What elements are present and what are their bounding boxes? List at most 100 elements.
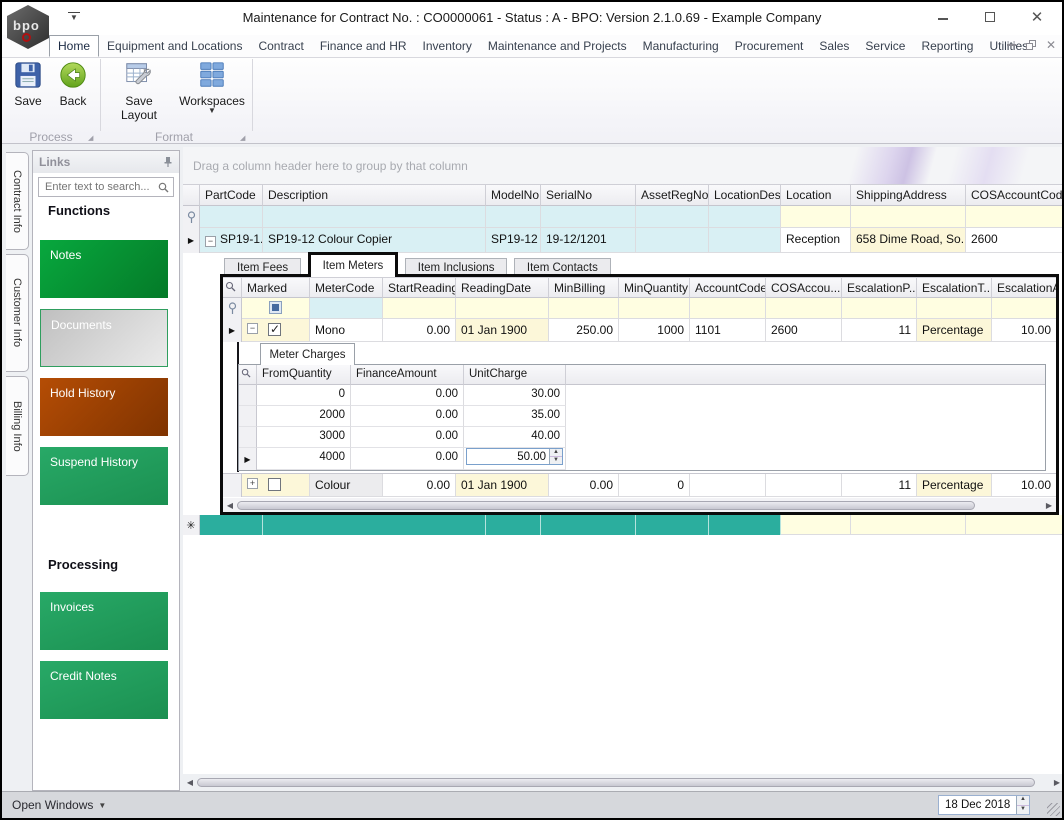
filter-cell-partcode[interactable] xyxy=(200,206,263,228)
cell-serialno[interactable]: 19-12/1201 xyxy=(541,228,636,253)
new-cell-locationdesc[interactable] xyxy=(709,515,781,535)
column-header-location[interactable]: Location xyxy=(781,184,851,206)
row-indicator[interactable] xyxy=(223,474,242,497)
ribbon-tab-maintenance[interactable]: Maintenance and Projects xyxy=(480,35,635,57)
close-button[interactable]: ✕ xyxy=(1024,10,1050,28)
row-indicator[interactable]: ▶ xyxy=(223,319,242,342)
mdi-restore-icon[interactable] xyxy=(1026,40,1036,50)
column-header-financeamount[interactable]: FinanceAmount xyxy=(351,365,464,385)
marked-filter-checkbox[interactable] xyxy=(269,301,282,314)
column-header-locationdesc[interactable]: LocationDesc xyxy=(709,184,781,206)
cell-cosaccou[interactable] xyxy=(766,474,842,497)
status-date-editor[interactable]: 18 Dec 2018 ▲ ▼ xyxy=(938,795,1030,815)
filter-cell-escalationt[interactable] xyxy=(917,298,992,319)
ribbon-tab-equipment[interactable]: Equipment and Locations xyxy=(99,35,250,57)
filter-cell-serialno[interactable] xyxy=(541,206,636,228)
filter-cell-accountcode[interactable] xyxy=(690,298,766,319)
cell-financeamount[interactable]: 0.00 xyxy=(351,427,464,448)
side-tab-contract-info[interactable]: Contract Info xyxy=(6,152,29,250)
cell-minbilling[interactable]: 0.00 xyxy=(549,474,619,497)
filter-cell-escalationp[interactable] xyxy=(842,298,917,319)
cell-unitcharge[interactable]: 35.00 xyxy=(464,406,566,427)
filter-cell-cosaccou[interactable] xyxy=(766,298,842,319)
cell-readingdate[interactable]: 01 Jan 1900 xyxy=(456,474,549,497)
row-indicator[interactable]: ▶ xyxy=(183,228,200,253)
new-cell-modelno[interactable] xyxy=(486,515,541,535)
ribbon-tab-finance[interactable]: Finance and HR xyxy=(312,35,415,57)
cell-location[interactable]: Reception xyxy=(781,228,851,253)
cell-metercode[interactable]: Mono xyxy=(310,319,383,342)
cell-minquantity[interactable]: 1000 xyxy=(619,319,690,342)
column-header-marked[interactable]: Marked xyxy=(242,277,310,298)
maximize-button[interactable] xyxy=(977,10,1003,28)
filter-cell-escalationa[interactable] xyxy=(992,298,1056,319)
workspaces-button[interactable]: Workspaces ▼ xyxy=(178,60,246,114)
filter-cell-minquantity[interactable] xyxy=(619,298,690,319)
cell-escalationp[interactable]: 11 xyxy=(842,474,917,497)
new-cell-location[interactable] xyxy=(781,515,851,535)
notes-button[interactable]: Notes xyxy=(40,240,168,298)
column-header-description[interactable]: Description xyxy=(263,184,486,206)
filter-cell-description[interactable] xyxy=(263,206,486,228)
filter-cell-locationdesc[interactable] xyxy=(709,206,781,228)
filter-cell-startreading[interactable] xyxy=(383,298,456,319)
filter-cell-minbilling[interactable] xyxy=(549,298,619,319)
column-header-cosaccountcode[interactable]: COSAccountCode xyxy=(966,184,1064,206)
cell-escalationa[interactable]: 10.00 xyxy=(992,474,1056,497)
group-corner-icon[interactable]: ◢ xyxy=(240,134,245,142)
group-corner-icon[interactable]: ◢ xyxy=(88,134,93,142)
row-indicator[interactable] xyxy=(239,406,257,427)
scrollbar-thumb[interactable] xyxy=(237,501,975,510)
column-header-serialno[interactable]: SerialNo xyxy=(541,184,636,206)
cell-cosaccou[interactable]: 2600 xyxy=(766,319,842,342)
new-row-indicator[interactable]: ✳ xyxy=(183,515,200,535)
cell-marked[interactable]: − xyxy=(242,319,310,342)
scroll-left-icon[interactable]: ◀ xyxy=(183,778,197,787)
scroll-left-icon[interactable]: ◀ xyxy=(223,501,237,510)
ribbon-tab-reporting[interactable]: Reporting xyxy=(913,35,981,57)
scroll-right-icon[interactable]: ▶ xyxy=(1042,501,1056,510)
quick-access-dropdown-icon[interactable]: ▼ xyxy=(68,12,80,23)
cell-description[interactable]: SP19-12 Colour Copier xyxy=(263,228,486,253)
unitcharge-value[interactable]: 50.00 xyxy=(467,449,549,464)
cell-financeamount[interactable]: 0.00 xyxy=(351,385,464,406)
open-windows-label[interactable]: Open Windows xyxy=(12,798,93,812)
ribbon-tab-service[interactable]: Service xyxy=(857,35,913,57)
workspaces-dropdown-icon[interactable]: ▼ xyxy=(178,108,246,114)
cell-financeamount[interactable]: 0.00 xyxy=(351,448,464,470)
side-tab-billing-info[interactable]: Billing Info xyxy=(6,376,29,476)
spin-up-icon[interactable]: ▲ xyxy=(550,449,562,457)
new-cell-shippingaddress[interactable] xyxy=(851,515,966,535)
row-indicator[interactable]: ▶ xyxy=(239,448,257,470)
column-header-minquantity[interactable]: MinQuantity xyxy=(619,277,690,298)
new-cell-assetregno[interactable] xyxy=(636,515,709,535)
pin-icon[interactable] xyxy=(163,156,173,168)
status-date-value[interactable]: 18 Dec 2018 xyxy=(939,796,1016,814)
marked-checkbox[interactable] xyxy=(268,478,281,491)
tab-meter-charges[interactable]: Meter Charges xyxy=(260,343,355,365)
cell-financeamount[interactable]: 0.00 xyxy=(351,406,464,427)
links-search-input[interactable] xyxy=(43,180,158,194)
filter-cell-modelno[interactable] xyxy=(486,206,541,228)
scroll-right-icon[interactable]: ▶ xyxy=(1050,778,1064,787)
cell-cosaccountcode[interactable]: 2600 xyxy=(966,228,1064,253)
column-header-assetregno[interactable]: AssetRegNo xyxy=(636,184,709,206)
row-indicator[interactable] xyxy=(239,385,257,406)
cell-unitcharge[interactable]: 40.00 xyxy=(464,427,566,448)
documents-button[interactable]: Documents xyxy=(40,309,168,367)
cell-minbilling[interactable]: 250.00 xyxy=(549,319,619,342)
column-header-startreading[interactable]: StartReading xyxy=(383,277,456,298)
cell-startreading[interactable]: 0.00 xyxy=(383,474,456,497)
filter-cell-metercode[interactable] xyxy=(310,298,383,319)
column-header-accountcode[interactable]: AccountCode xyxy=(690,277,766,298)
suspend-history-button[interactable]: Suspend History xyxy=(40,447,168,505)
side-tab-customer-info[interactable]: Customer Info xyxy=(6,254,29,372)
collapse-icon[interactable]: − xyxy=(205,236,216,247)
spin-down-icon[interactable]: ▼ xyxy=(550,457,562,464)
column-header-shippingaddress[interactable]: ShippingAddress xyxy=(851,184,966,206)
cell-partcode[interactable]: −SP19-1... xyxy=(200,228,263,253)
credit-notes-button[interactable]: Credit Notes xyxy=(40,661,168,719)
expand-icon[interactable]: + xyxy=(247,478,258,489)
new-cell-description[interactable] xyxy=(263,515,486,535)
cell-fromquantity[interactable]: 3000 xyxy=(257,427,351,448)
